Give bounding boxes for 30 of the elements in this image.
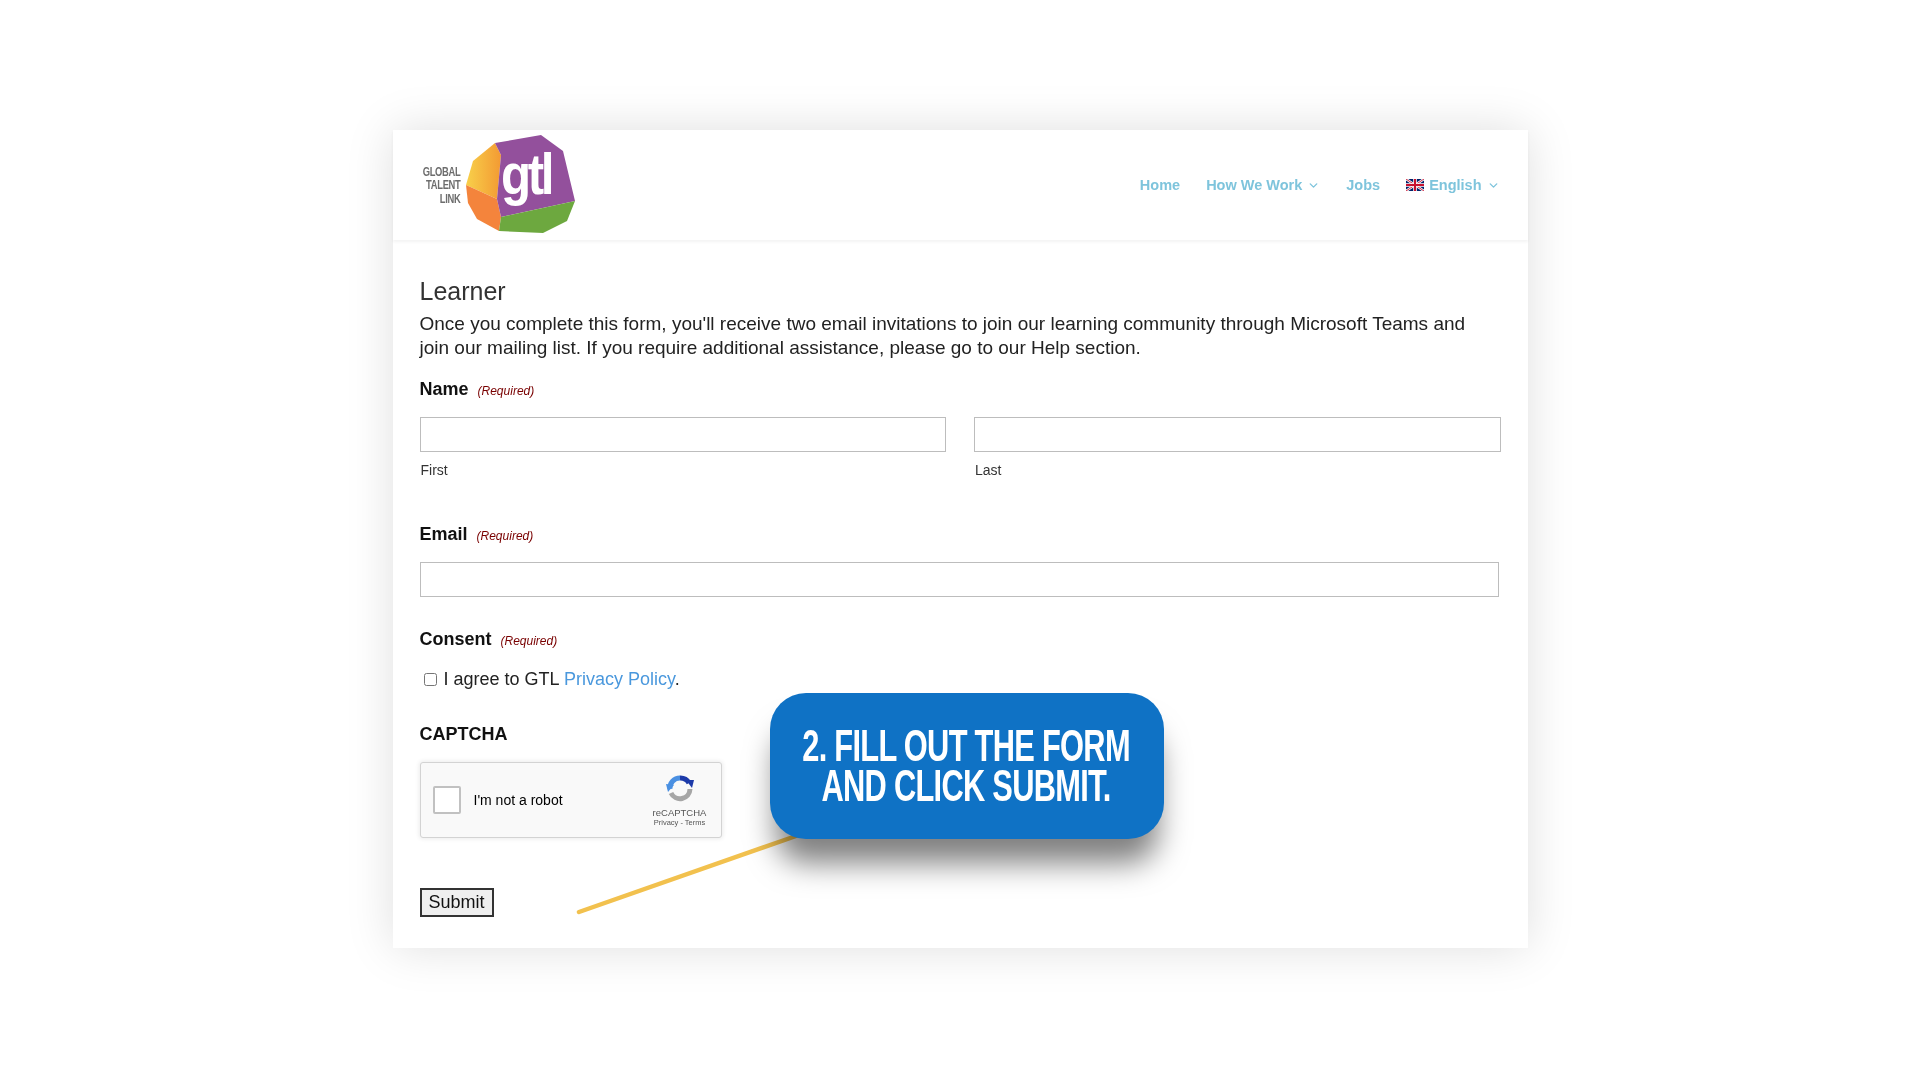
recaptcha-arrows-icon (663, 772, 696, 804)
language-menu-link[interactable]: English (1406, 176, 1500, 194)
logo-wordmark: GLOBAL TALENT LINK (422, 164, 460, 206)
submit-button[interactable]: Submit (419, 888, 494, 917)
robot-checkbox[interactable] (432, 786, 461, 814)
flag-icon (1406, 179, 1425, 191)
email-input[interactable] (419, 562, 1499, 597)
nav-dropdown-link[interactable]: How We Work (1206, 176, 1321, 194)
logo-monogram: gtl (501, 141, 551, 207)
privacy-policy-link[interactable]: Privacy Policy (563, 669, 675, 689)
recaptcha-brand: reCAPTCHA (652, 807, 707, 818)
name-input[interactable] (419, 417, 946, 452)
required-note: (Required) (500, 634, 558, 648)
field-label: CAPTCHA (419, 723, 508, 746)
nav-link[interactable]: Jobs (1346, 176, 1381, 194)
name-input[interactable] (974, 417, 1501, 452)
consent-text: I agree to GTL Privacy Policy. (443, 668, 680, 691)
field-label: Email (419, 523, 468, 546)
input-sublabel: Last (974, 461, 1002, 479)
field-label: Name (419, 378, 469, 401)
callout-text: 2. FILL OUT THE FORM AND CLICK SUBMIT. (802, 726, 1131, 806)
required-note: (Required) (476, 529, 534, 543)
consent-checkbox[interactable] (423, 672, 437, 686)
field-label: Consent (419, 628, 492, 651)
nav-link[interactable]: Home (1139, 176, 1181, 194)
input-sublabel: First (419, 461, 448, 479)
required-note: (Required) (477, 384, 535, 398)
form-title: Learner (419, 276, 507, 306)
form-description: Once you complete this form, you'll receive two email invitations to join our learning community through Microsoft Teams and join our mailing list. If you require additional assistance, please go to our Help section. (419, 312, 1467, 360)
robot-prompt: I'm not a robot (473, 792, 563, 808)
